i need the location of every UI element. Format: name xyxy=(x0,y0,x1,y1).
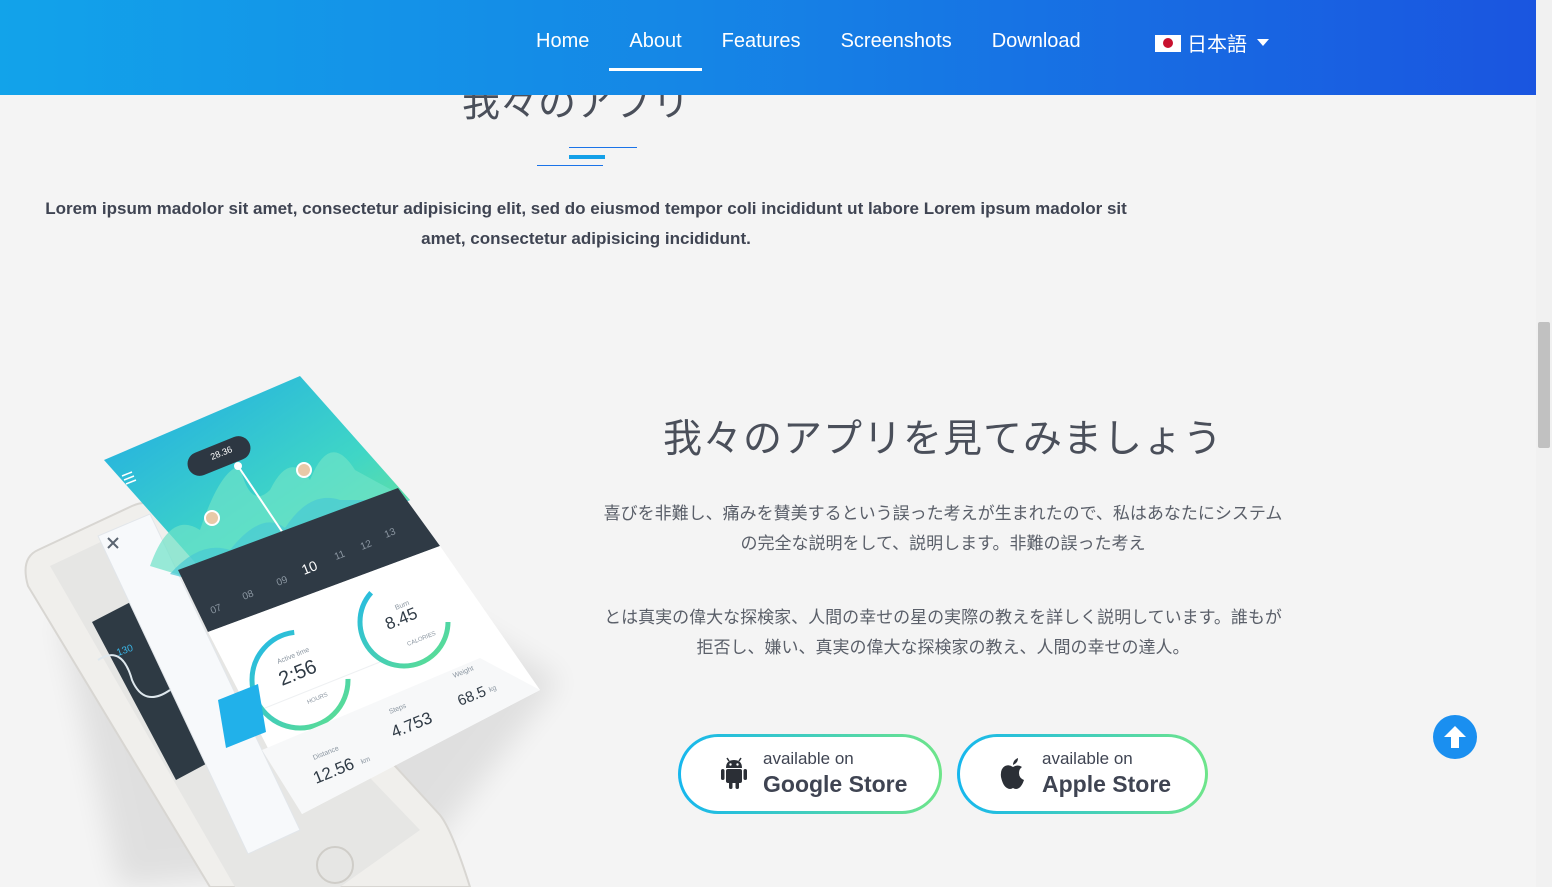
phone-mockup-illustration: 130 28.36 10 11 12 09 08 07 13 2:56 Acti… xyxy=(24,376,560,887)
apple-store-label: Apple Store xyxy=(1042,771,1172,797)
google-store-small-label: available on xyxy=(763,749,854,768)
nav-menu: Home About Features Screenshots Download xyxy=(516,0,1101,71)
nav-item-download[interactable]: Download xyxy=(972,0,1101,70)
android-icon xyxy=(721,757,747,789)
nav-item-home[interactable]: Home xyxy=(516,0,609,70)
title-divider-accent xyxy=(569,155,605,159)
apple-icon xyxy=(1000,758,1024,789)
back-to-top-button[interactable] xyxy=(1433,715,1477,759)
title-divider-lower xyxy=(537,165,603,166)
nav-item-about[interactable]: About xyxy=(609,0,702,71)
apple-store-button-inner: available on Apple Store xyxy=(960,737,1205,811)
japan-flag-icon xyxy=(1155,34,1181,52)
apple-store-text: available on Apple Store xyxy=(1042,749,1171,799)
google-store-button[interactable]: available on Google Store xyxy=(678,734,942,814)
app-paragraph-1: 喜びを非難し、痛みを賛美するという誤った考えが生まれたので、私はあなたにシステム… xyxy=(603,504,1283,554)
app-paragraph-2: とは真実の偉大な探検家、人間の幸せの星の実際の教えを詳しく説明しています。誰もが… xyxy=(604,608,1282,658)
google-store-text: available on Google Store xyxy=(763,749,907,799)
apple-store-small-label: available on xyxy=(1042,749,1133,768)
google-store-button-inner: available on Google Store xyxy=(681,737,939,811)
section-description: Lorem ipsum madolor sit amet, consectetu… xyxy=(45,199,1127,248)
title-divider xyxy=(569,147,637,148)
language-selector[interactable]: 日本語 xyxy=(1155,28,1269,56)
nav-item-screenshots[interactable]: Screenshots xyxy=(821,0,972,70)
google-store-label: Google Store xyxy=(763,771,908,797)
nav-item-features[interactable]: Features xyxy=(702,0,821,70)
app-heading: 我々のアプリを見てみましょう xyxy=(662,417,1223,462)
language-label: 日本語 xyxy=(1187,31,1247,56)
scrollbar-thumb[interactable] xyxy=(1538,322,1550,448)
caret-down-icon xyxy=(1257,38,1269,46)
navbar: Home About Features Screenshots Download… xyxy=(0,0,1536,95)
apple-store-button[interactable]: available on Apple Store xyxy=(957,734,1208,814)
arrow-up-icon xyxy=(1444,726,1466,748)
